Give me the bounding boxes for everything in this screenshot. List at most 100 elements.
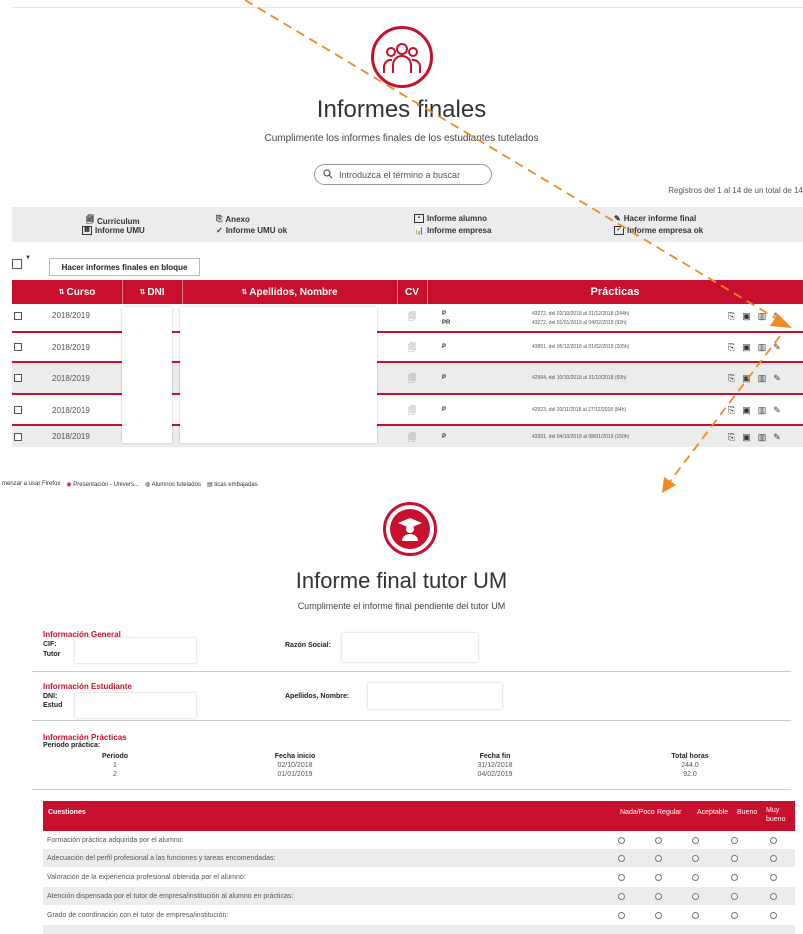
question-row: Adecuación del perfil profesional a las … xyxy=(43,849,795,867)
radio-regular[interactable] xyxy=(655,892,662,900)
col-dni[interactable]: ⇅ DNI xyxy=(122,280,182,304)
bar-chart-icon[interactable]: ▥ xyxy=(758,373,767,384)
radio-aceptable[interactable] xyxy=(692,854,699,862)
bar-chart-icon[interactable]: ▥ xyxy=(758,342,767,353)
col-periodo: Periodo xyxy=(101,753,129,760)
bookmark-item[interactable]: ◍ Alumnos tutelados xyxy=(145,481,201,488)
question-text: Valoración de la experiencia profesional… xyxy=(47,873,246,881)
radio-nada-poco[interactable] xyxy=(618,873,625,881)
edit-icon[interactable]: ✎ xyxy=(773,432,781,443)
col-cv: CV xyxy=(405,286,419,298)
practica-desc: 43851, del 05/12/2018 al 01/02/2019 (205… xyxy=(532,344,630,350)
paperclip-icon[interactable]: ⎘ xyxy=(728,405,735,416)
student-report-icon[interactable]: ▣ xyxy=(742,342,751,353)
divider xyxy=(32,789,791,790)
edit-icon[interactable]: ✎ xyxy=(773,373,781,384)
row-checkbox[interactable] xyxy=(14,343,22,351)
questions-header: Cuestiones Nada/Poco Regular Aceptable B… xyxy=(43,801,795,831)
curriculum-icon[interactable]: 🗐 xyxy=(408,311,416,325)
radio-aceptable[interactable] xyxy=(692,911,699,919)
radio-regular[interactable] xyxy=(655,854,662,862)
redaction-box xyxy=(368,683,502,709)
radio-muy-bueno[interactable] xyxy=(770,873,777,881)
practica-desc: 43272, del 01/01/2019 al 04/02/2019 (92h… xyxy=(532,320,627,326)
row-curso: 2018/2019 xyxy=(52,374,90,383)
edit-icon[interactable]: ✎ xyxy=(773,311,781,322)
section-info-practicas: Información Prácticas xyxy=(43,733,127,742)
bookmark-item[interactable]: ◉ Presentación - Univers... xyxy=(66,481,139,488)
row-checkbox[interactable] xyxy=(14,374,22,382)
radio-aceptable[interactable] xyxy=(692,892,699,900)
student-report-icon[interactable]: ▣ xyxy=(742,311,751,322)
radio-nada-poco[interactable] xyxy=(618,911,625,919)
redaction-box xyxy=(75,638,196,663)
radio-muy-bueno[interactable] xyxy=(770,854,777,862)
paperclip-icon[interactable]: ⎘ xyxy=(728,373,735,384)
col-curso[interactable]: ⇅ Curso xyxy=(32,280,122,304)
edit-icon[interactable]: ✎ xyxy=(773,342,781,353)
radio-bueno[interactable] xyxy=(731,911,738,919)
row-checkbox[interactable] xyxy=(14,433,22,441)
radio-muy-bueno[interactable] xyxy=(770,836,777,844)
paperclip-icon[interactable]: ⎘ xyxy=(728,311,735,322)
periodo-value: 2 xyxy=(113,771,117,778)
radio-nada-poco[interactable] xyxy=(618,836,625,844)
radio-bueno[interactable] xyxy=(731,836,738,844)
edit-icon: ✎ xyxy=(614,214,621,223)
curriculum-icon[interactable]: 🗐 xyxy=(408,432,416,446)
presentation-icon: ◉ xyxy=(66,481,72,488)
radio-bueno[interactable] xyxy=(731,873,738,881)
question-text: Adecuación del perfil profesional a las … xyxy=(47,854,276,862)
scale-nada-poco: Nada/Poco xyxy=(620,809,655,816)
page-title: Informes finales xyxy=(316,96,487,123)
horas-value: 244.0 xyxy=(681,762,699,769)
radio-regular[interactable] xyxy=(655,911,662,919)
radio-regular[interactable] xyxy=(655,873,662,881)
radio-nada-poco[interactable] xyxy=(618,854,625,862)
student-report-icon[interactable]: ▣ xyxy=(742,432,751,443)
question-row: Formación práctica adquirida por el alum… xyxy=(43,831,795,849)
curriculum-icon[interactable]: 🗐 xyxy=(408,373,416,387)
radio-aceptable[interactable] xyxy=(692,873,699,881)
practica-desc: 42923, del 20/11/2018 al 27/12/2018 (84h… xyxy=(532,407,627,413)
select-caret-icon[interactable]: ▼ xyxy=(25,255,31,261)
inicio-value: 01/01/2019 xyxy=(277,771,313,778)
screenshot-root: Informes finales Cumplimente los informe… xyxy=(0,0,803,934)
search-input[interactable]: Introduzca el término a buscar xyxy=(314,164,492,185)
practica-type: P xyxy=(442,407,447,413)
question-text: Atención dispensada por el tutor de empr… xyxy=(47,892,294,900)
row-checkbox[interactable] xyxy=(14,312,22,320)
bookmark-item[interactable]: menzar a usar Firefox xyxy=(2,481,60,487)
paperclip-icon: ⎘ xyxy=(216,214,223,223)
redaction-box xyxy=(75,693,196,718)
radio-aceptable[interactable] xyxy=(692,836,699,844)
select-all-checkbox[interactable] xyxy=(12,259,22,269)
paperclip-icon[interactable]: ⎘ xyxy=(728,342,735,353)
radio-bueno[interactable] xyxy=(731,854,738,862)
edit-icon[interactable]: ✎ xyxy=(773,405,781,416)
bookmark-item[interactable]: ▤ ticas embajadas xyxy=(207,481,258,488)
radio-bueno[interactable] xyxy=(731,892,738,900)
radio-nada-poco[interactable] xyxy=(618,892,625,900)
redaction-box xyxy=(342,633,478,662)
sort-icon: ⇅ xyxy=(241,289,248,296)
col-apellidos-nombre[interactable]: ⇅ Apellidos, Nombre xyxy=(182,280,397,304)
row-checkbox[interactable] xyxy=(14,406,22,414)
radio-muy-bueno[interactable] xyxy=(770,911,777,919)
curriculum-icon[interactable]: 🗐 xyxy=(408,342,416,356)
row-curso: 2018/2019 xyxy=(52,432,90,441)
student-report-icon[interactable]: ▣ xyxy=(742,405,751,416)
curriculum-icon[interactable]: 🗐 xyxy=(408,405,416,419)
col-practicas: Prácticas xyxy=(590,286,640,298)
bulk-final-reports-button[interactable]: Hacer informes finales en bloque xyxy=(49,258,200,276)
radio-muy-bueno[interactable] xyxy=(770,892,777,900)
bar-chart-icon[interactable]: ▥ xyxy=(758,405,767,416)
paperclip-icon[interactable]: ⎘ xyxy=(728,432,735,443)
bar-chart-icon[interactable]: ▥ xyxy=(758,432,767,443)
tutor-label: Tutor xyxy=(43,651,61,658)
bar-chart-icon[interactable]: ▥ xyxy=(758,311,767,322)
student-report-icon[interactable]: ▣ xyxy=(742,373,751,384)
document-icon: ▤ xyxy=(206,481,213,488)
table-header: ⇅ Curso ⇅ DNI ⇅ Apellidos, Nombre CV Prácti… xyxy=(12,280,803,304)
radio-regular[interactable] xyxy=(655,836,662,844)
